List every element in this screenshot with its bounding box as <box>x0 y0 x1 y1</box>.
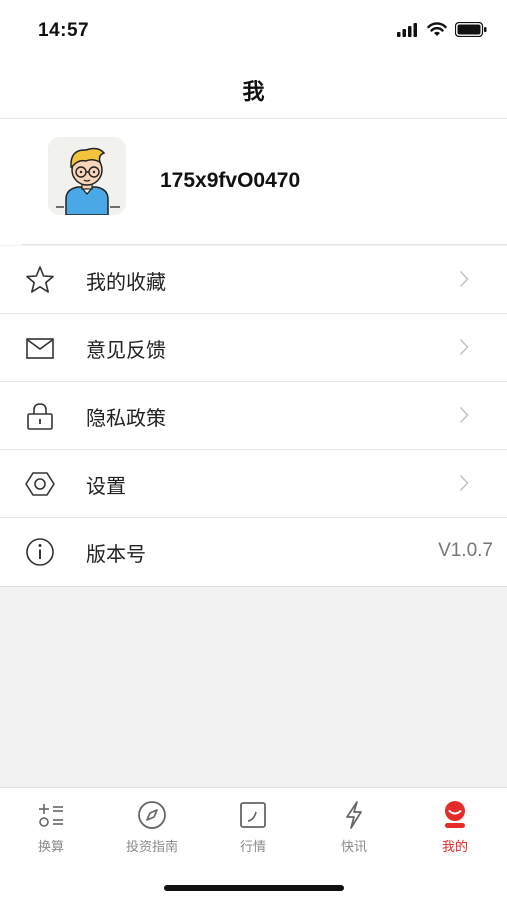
tab-convert[interactable]: 换算 <box>11 798 91 858</box>
hexagon-settings-icon <box>24 468 56 500</box>
wifi-icon <box>427 22 447 36</box>
tab-news[interactable]: 快讯 <box>314 798 394 858</box>
star-icon <box>24 264 56 296</box>
calculator-icon <box>11 798 91 832</box>
menu-item-favorites[interactable]: 我的收藏 <box>0 246 507 314</box>
menu-list: 我的收藏 意见反馈 隐私政策 设置 版本号 V1.0.7 <box>0 246 507 587</box>
signal-icon <box>397 22 417 37</box>
chart-icon <box>213 798 293 832</box>
status-time: 14:57 <box>38 20 90 41</box>
menu-item-settings[interactable]: 设置 <box>0 450 507 518</box>
tab-label: 换算 <box>37 840 64 855</box>
home-indicator[interactable] <box>164 885 344 891</box>
avatar-illustration-icon <box>48 137 126 215</box>
tab-bar: 换算 投资指南 行情 快讯 我的 <box>0 787 507 901</box>
menu-item-label: 意见反馈 <box>86 338 166 362</box>
username: 175x9fvO0470 <box>160 169 301 192</box>
profile-card[interactable]: 175x9fvO0470 <box>0 119 507 245</box>
tab-label: 快讯 <box>340 840 367 855</box>
chevron-right-icon <box>459 474 469 496</box>
compass-icon <box>112 798 192 832</box>
status-bar: 14:57 <box>0 0 507 60</box>
chevron-right-icon <box>459 406 469 428</box>
tab-mine[interactable]: 我的 <box>415 798 495 858</box>
chevron-right-icon <box>459 270 469 292</box>
version-value: V1.0.7 <box>438 540 493 561</box>
info-icon <box>24 536 56 568</box>
battery-icon <box>455 22 487 37</box>
lock-icon <box>24 400 56 432</box>
avatar[interactable] <box>48 137 126 215</box>
divider <box>22 244 507 245</box>
tab-market[interactable]: 行情 <box>213 798 293 858</box>
menu-item-privacy[interactable]: 隐私政策 <box>0 382 507 450</box>
nav-header: 我 <box>0 60 507 119</box>
profile-icon <box>415 798 495 832</box>
menu-item-version: 版本号 V1.0.7 <box>0 518 507 587</box>
mail-icon <box>24 332 56 364</box>
menu-item-label: 设置 <box>86 474 126 498</box>
menu-item-label: 隐私政策 <box>86 406 166 430</box>
lightning-icon <box>314 798 394 832</box>
menu-item-feedback[interactable]: 意见反馈 <box>0 314 507 382</box>
status-icons <box>397 22 487 37</box>
menu-item-label: 版本号 <box>86 542 146 566</box>
menu-item-label: 我的收藏 <box>86 270 166 294</box>
chevron-right-icon <box>459 338 469 360</box>
tab-investment-guide[interactable]: 投资指南 <box>112 798 192 858</box>
tab-label: 我的 <box>441 840 468 855</box>
tab-label: 行情 <box>239 840 266 855</box>
tab-label: 投资指南 <box>125 840 178 855</box>
page-title: 我 <box>242 80 265 105</box>
